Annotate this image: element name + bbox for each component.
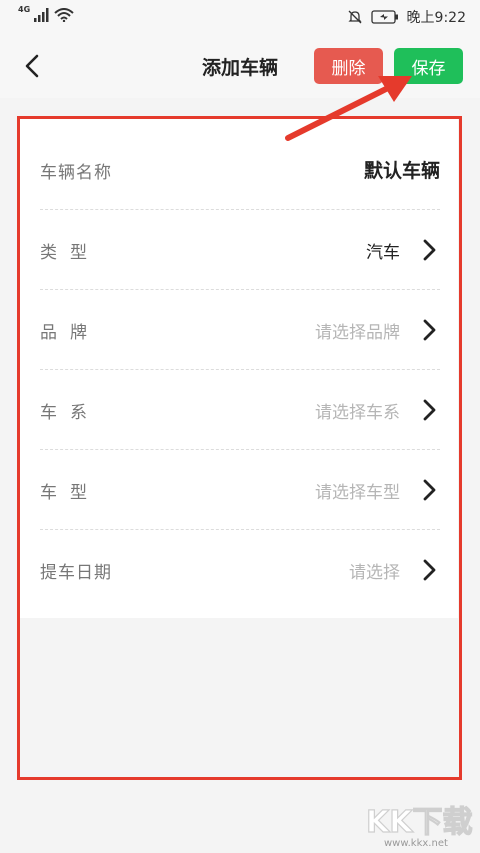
annotation-arrow-icon (285, 76, 412, 141)
chevron-right-icon (423, 559, 436, 581)
row-series[interactable]: 车系 请选择车系 (40, 370, 440, 450)
row-label: 车系 (40, 403, 100, 423)
row-label: 类型 (40, 243, 100, 263)
status-right: 晚上9:22 (347, 7, 466, 27)
back-button[interactable] (18, 52, 46, 80)
row-label: 车辆名称 (40, 163, 112, 183)
status-bar: 4G 晚上9:22 (0, 0, 480, 34)
watermark-url: www.kkx.net (384, 838, 448, 849)
series-placeholder: 请选择车系 (315, 403, 400, 423)
network-type: 4G (18, 5, 31, 14)
row-brand[interactable]: 品牌 请选择品牌 (40, 290, 440, 370)
brand-placeholder: 请选择品牌 (315, 323, 400, 343)
row-label: 品牌 (40, 323, 100, 343)
chevron-right-icon (423, 479, 436, 501)
watermark-logo: KK下载 www.kkx.net (365, 804, 473, 849)
signal-icon (34, 8, 49, 22)
wifi-icon (54, 8, 74, 22)
page-title: 添加车辆 (201, 57, 278, 79)
pickup-date-placeholder: 请选择 (349, 563, 400, 583)
model-placeholder: 请选择车型 (315, 483, 400, 503)
row-pickup-date[interactable]: 提车日期 请选择 (40, 530, 440, 610)
vehicle-form: 车辆名称 默认车辆 类型 汽车 品牌 请选择品牌 车系 请选择车系 车型 请选择… (20, 118, 458, 618)
chevron-right-icon (423, 239, 436, 261)
chevron-right-icon (423, 319, 436, 341)
battery-icon (370, 10, 398, 24)
type-value: 汽车 (366, 243, 400, 263)
clock: 晚上9:22 (406, 10, 466, 26)
back-icon (25, 54, 39, 78)
status-left: 4G (18, 5, 74, 22)
watermark-text: KK下载 (366, 805, 473, 840)
chevron-right-icon (423, 399, 436, 421)
vehicle-name-value: 默认车辆 (363, 160, 440, 182)
row-label: 提车日期 (40, 563, 112, 583)
row-model[interactable]: 车型 请选择车型 (40, 450, 440, 530)
row-type[interactable]: 类型 汽车 (40, 210, 440, 290)
row-label: 车型 (40, 483, 100, 503)
mute-bell-icon (347, 10, 362, 24)
